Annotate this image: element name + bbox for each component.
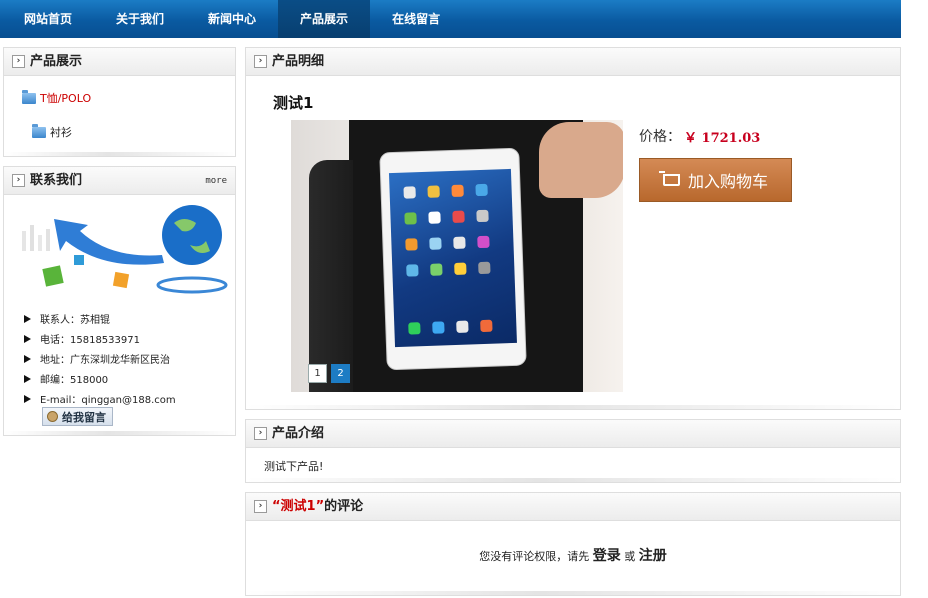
add-to-cart-label: 加入购物车 [687, 172, 768, 191]
app-icon [403, 186, 416, 199]
image-arm [309, 160, 353, 392]
leave-message-label: 给我留言 [62, 410, 106, 424]
add-to-cart-button[interactable]: 加入购物车 [639, 158, 792, 202]
product-category-header: › 产品展示 [4, 48, 235, 76]
chevron-right-icon: › [12, 174, 25, 187]
app-icon [452, 210, 465, 223]
tablet-screen [388, 168, 517, 348]
shopping-cart-icon [658, 171, 680, 186]
chevron-right-icon: › [254, 55, 267, 68]
comments-msg-or: 或 [624, 550, 636, 563]
chevron-right-icon: › [254, 500, 267, 513]
user-icon [47, 411, 58, 422]
leave-message-button[interactable]: 给我留言 [42, 407, 113, 426]
product-intro-header: › 产品介绍 [246, 420, 900, 448]
nav-message[interactable]: 在线留言 [370, 0, 462, 38]
contact-zip: 邮编：518000 [24, 371, 108, 386]
app-icon [405, 238, 418, 251]
panel-divider [246, 478, 900, 482]
app-icon [404, 212, 417, 225]
price-label: 价格： [639, 129, 681, 145]
product-detail-panel: › 产品明细 测试1 1 2 价格： ￥ 1721.03 加入购物车 [245, 47, 901, 410]
image-pager: 1 2 [308, 364, 350, 383]
contact-zip-text: 邮编：518000 [40, 375, 109, 386]
top-nav: 网站首页 关于我们 新闻中心 产品展示 在线留言 [0, 0, 901, 38]
chevron-right-icon: › [254, 427, 267, 440]
product-category-title: 产品展示 [30, 54, 83, 69]
arrow-right-icon [24, 394, 31, 403]
comments-title: 的评论 [324, 499, 364, 514]
register-link[interactable]: 注册 [639, 548, 667, 564]
arrow-right-icon [24, 354, 31, 363]
product-detail-title: 产品明细 [272, 54, 325, 69]
app-icon [454, 262, 467, 275]
contact-email-text: E-mail：qinggan@188.com [40, 395, 176, 406]
contact-header: › 联系我们 more [4, 167, 235, 195]
app-icon [430, 263, 443, 276]
comments-product-name: “测试1” [272, 499, 325, 514]
panel-divider [246, 405, 900, 409]
category-label: 衬衫 [50, 126, 72, 139]
app-icon [476, 209, 489, 223]
arrow-right-icon [24, 314, 31, 323]
panel-divider [4, 152, 235, 156]
comments-header: › “测试1”的评论 [246, 493, 900, 521]
nav-about[interactable]: 关于我们 [94, 0, 186, 38]
app-icon [408, 322, 421, 335]
panel-divider [246, 591, 900, 595]
product-image[interactable]: 1 2 [291, 120, 623, 392]
comments-panel: › “测试1”的评论 您没有评论权限，请先 登录 或 注册 [245, 492, 901, 596]
arrow-right-icon [24, 374, 31, 383]
contact-title: 联系我们 [30, 173, 83, 188]
nav-home[interactable]: 网站首页 [0, 0, 94, 38]
app-icon [475, 183, 488, 197]
image-page-1[interactable]: 1 [308, 364, 327, 383]
folder-icon [32, 123, 46, 138]
arrow-right-icon [24, 334, 31, 343]
app-icon [428, 211, 441, 224]
login-link[interactable]: 登录 [593, 548, 621, 564]
product-name: 测试1 [273, 94, 314, 112]
image-page-2[interactable]: 2 [331, 364, 350, 383]
comments-msg-prefix: 您没有评论权限，请先 [479, 550, 590, 563]
contact-phone: 电话：15818533971 [24, 331, 140, 346]
chevron-right-icon: › [12, 55, 25, 68]
product-intro-title: 产品介绍 [272, 426, 325, 441]
product-detail-header: › 产品明细 [246, 48, 900, 76]
contact-person-text: 联系人：苏相锟 [40, 315, 110, 326]
contact-banner-image [14, 201, 234, 297]
contact-phone-text: 电话：15818533971 [40, 335, 140, 346]
product-intro-text: 测试下产品! [264, 460, 324, 473]
price-value: ￥ 1721.03 [684, 131, 761, 146]
nav-products[interactable]: 产品展示 [278, 0, 371, 38]
product-category-panel: › 产品展示 T恤/POLO 衬衫 [3, 47, 236, 157]
app-icon [456, 320, 469, 333]
app-icon [427, 185, 440, 198]
product-intro-panel: › 产品介绍 测试下产品! [245, 419, 901, 483]
app-icon [453, 236, 466, 249]
image-hand [539, 122, 623, 198]
app-icon [406, 264, 419, 277]
contact-more-link[interactable]: more [205, 167, 227, 195]
tablet-image [379, 147, 527, 371]
category-label: T恤/POLO [40, 92, 92, 105]
app-icon [432, 321, 445, 334]
panel-divider [4, 431, 235, 435]
comments-permission-message: 您没有评论权限，请先 登录 或 注册 [246, 545, 900, 565]
category-link-shirt[interactable]: 衬衫 [32, 123, 72, 140]
app-icon [451, 184, 464, 198]
contact-person: 联系人：苏相锟 [24, 311, 110, 326]
nav-news[interactable]: 新闻中心 [186, 0, 278, 38]
contact-address: 地址：广东深圳龙华新区民治 [24, 351, 170, 366]
app-icon [478, 261, 491, 275]
app-icon [429, 237, 442, 250]
app-icon [477, 235, 490, 249]
category-link-tshirt[interactable]: T恤/POLO [22, 89, 92, 106]
contact-email: E-mail：qinggan@188.com [24, 391, 176, 406]
contact-panel: › 联系我们 more 联系人：苏相锟 电话：15818533971 地址：广东… [3, 166, 236, 436]
app-icon [480, 319, 493, 333]
folder-icon [22, 89, 36, 104]
contact-address-text: 地址：广东深圳龙华新区民治 [40, 355, 170, 366]
